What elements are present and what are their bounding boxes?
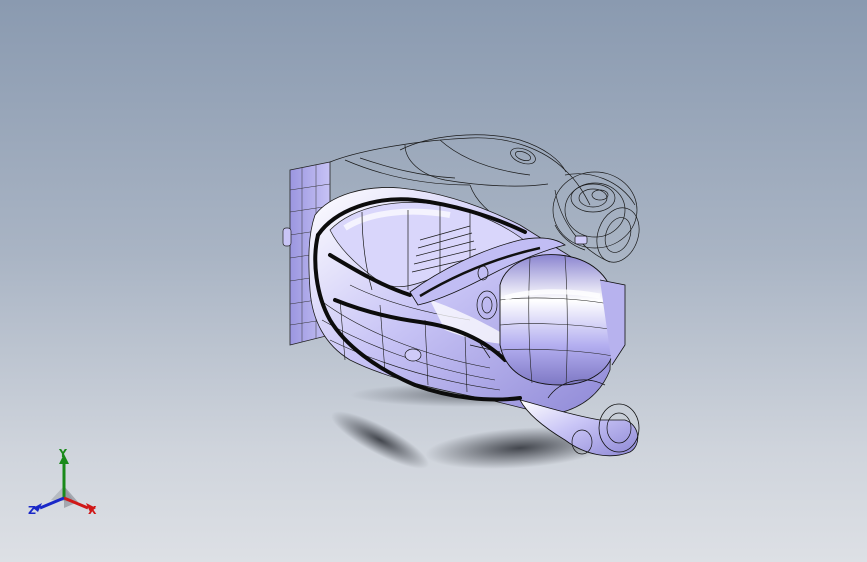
engine-dome — [499, 254, 626, 386]
graphics-viewport[interactable]: Y X Z — [0, 0, 867, 562]
x-axis-label: X — [88, 504, 97, 517]
upper-fan-duct — [552, 171, 640, 263]
model-3d-view[interactable] — [0, 0, 867, 562]
view-orientation-triad[interactable]: Y X Z — [26, 447, 106, 528]
z-axis-label: Z — [28, 504, 36, 517]
y-axis-label: Y — [59, 447, 67, 460]
